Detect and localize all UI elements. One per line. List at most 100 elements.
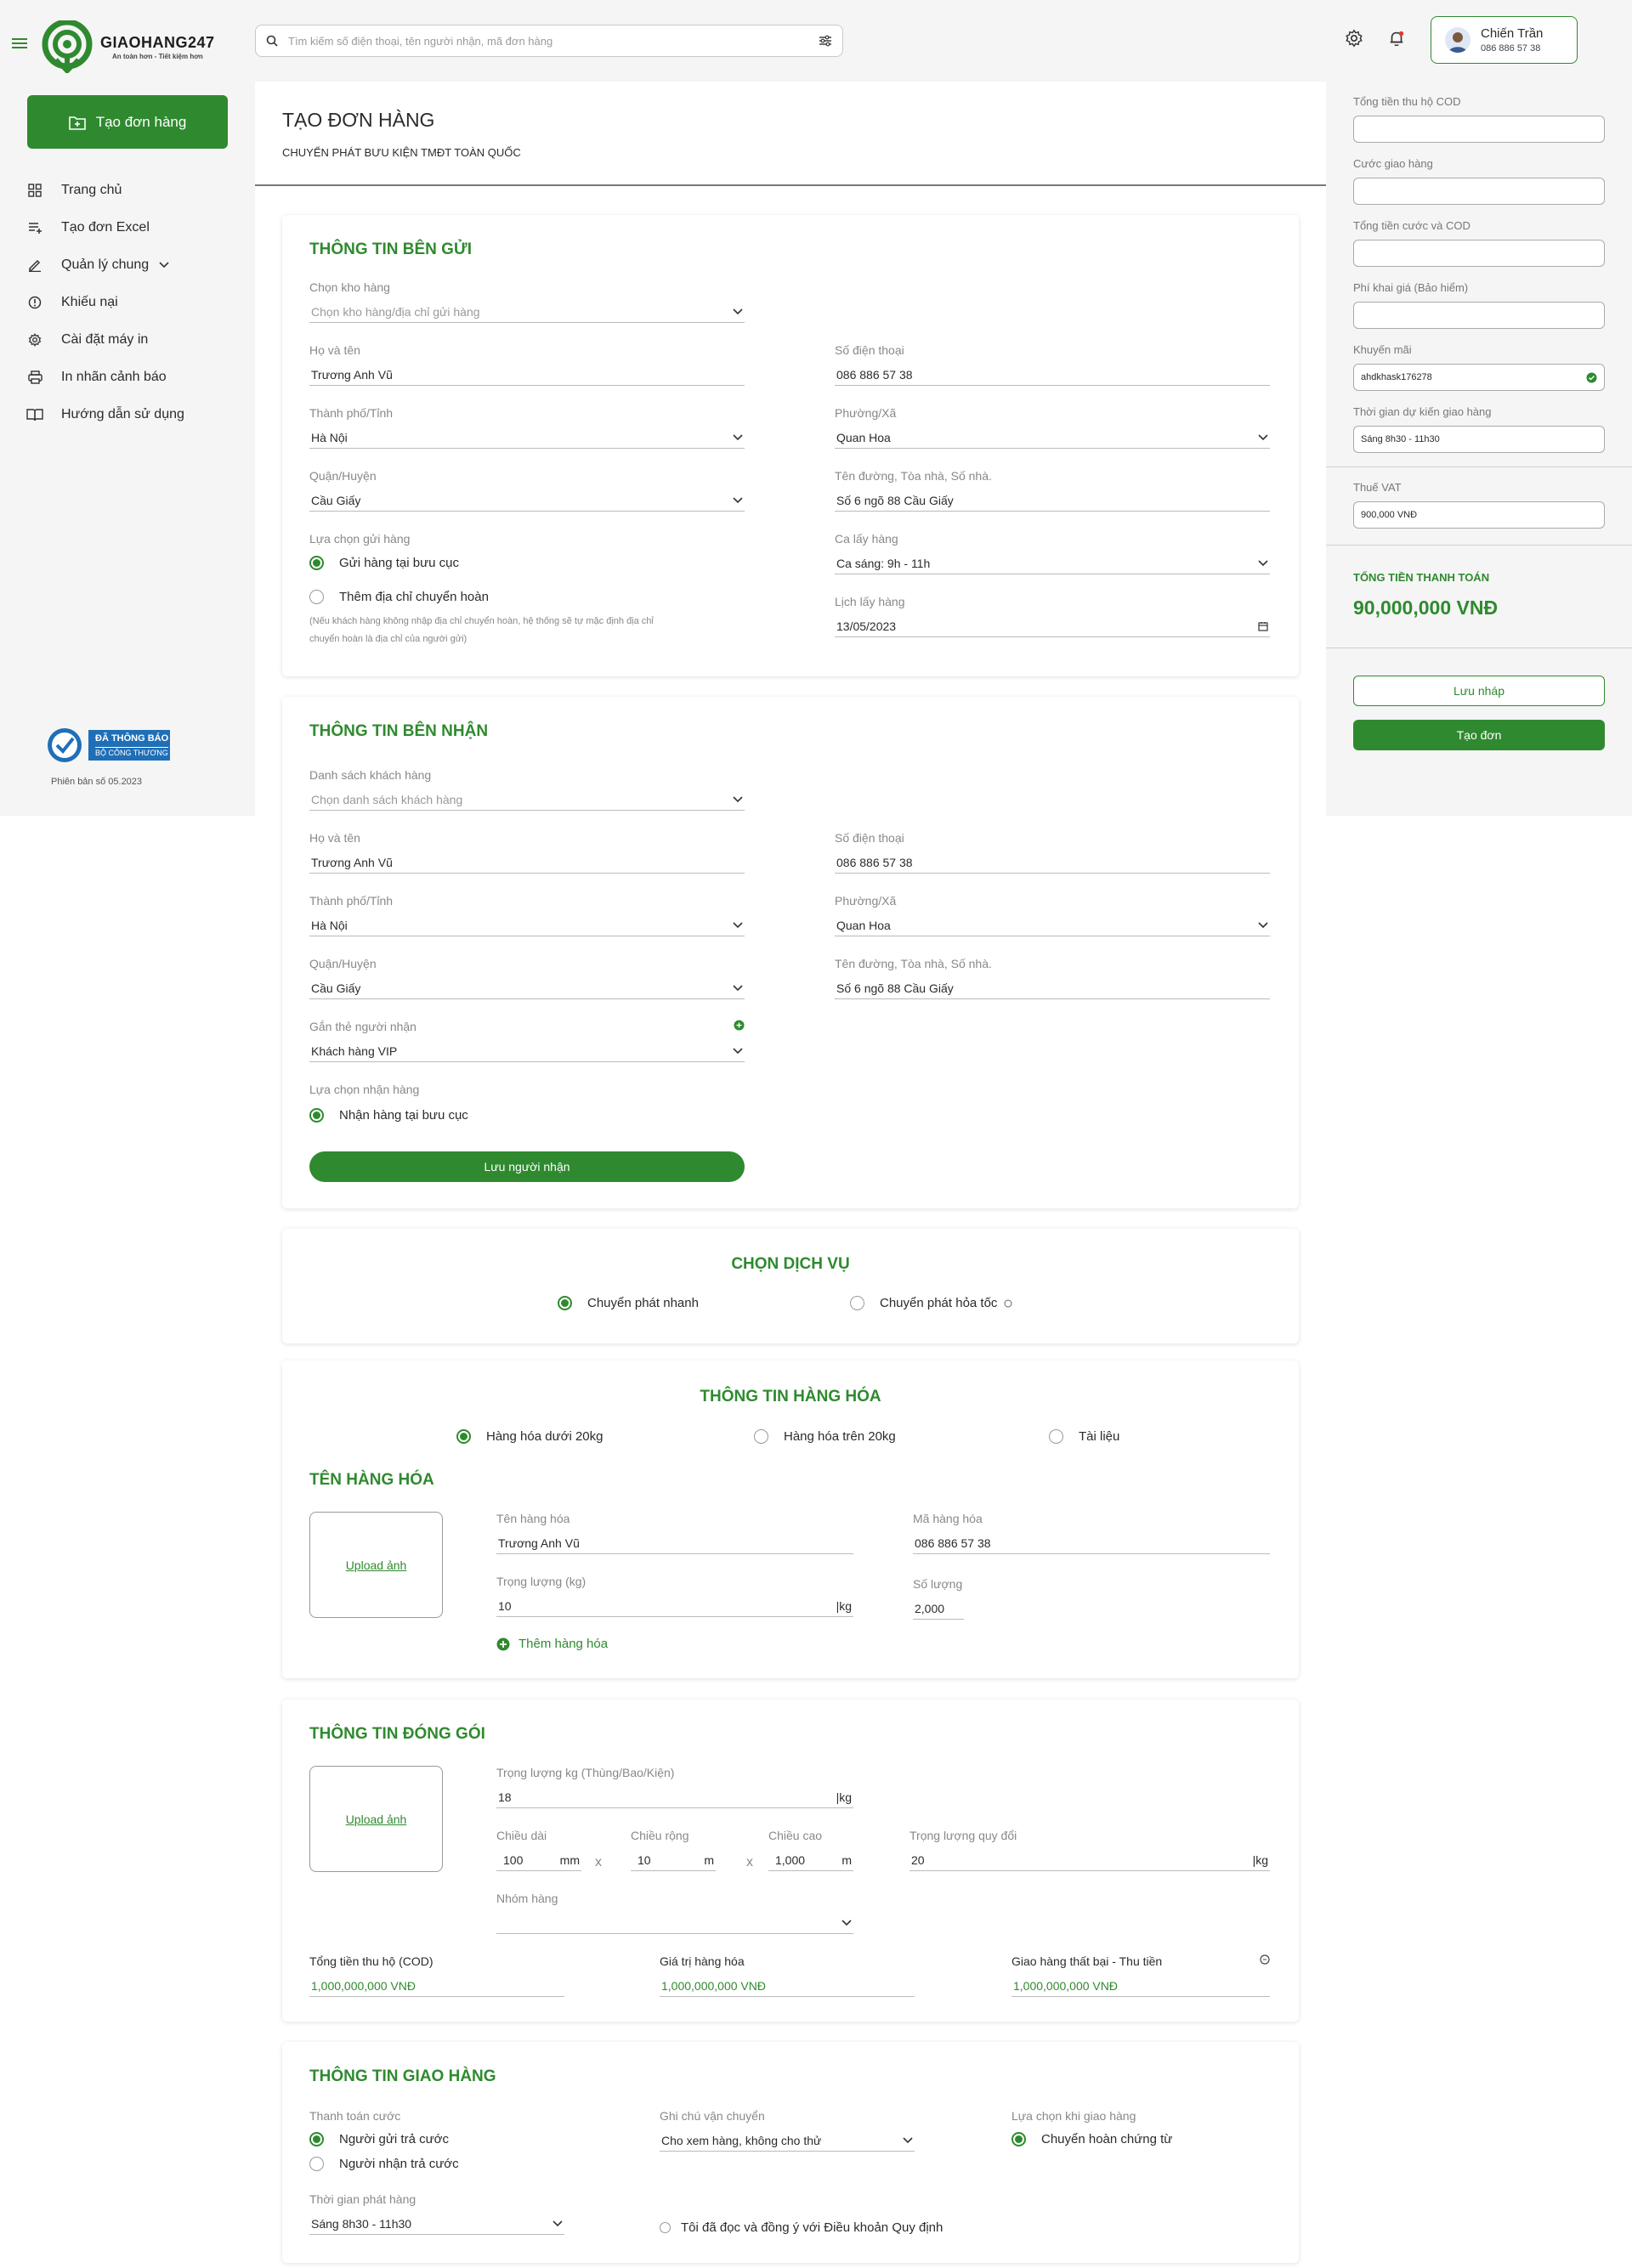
cod-total-label: Tổng tiền thu hộ COD	[1353, 95, 1461, 108]
vat-input[interactable]: 900,000 VNĐ	[1353, 501, 1605, 529]
goods-type-under-20kg[interactable]: Hàng hóa dưới 20kg	[456, 1429, 603, 1444]
warehouse-field[interactable]: Chọn kho hàng Chọn kho hàng/địa chỉ gửi …	[309, 280, 745, 323]
radio-unchecked	[850, 1296, 864, 1310]
receive-option-post-office[interactable]: Nhận hàng tại bưu cục	[309, 1108, 468, 1123]
logo-pin-icon	[42, 20, 93, 73]
list-add-icon	[26, 221, 44, 235]
delivery-title: THÔNG TIN GIAO HÀNG	[309, 2067, 496, 2085]
hamburger-menu-icon[interactable]	[12, 37, 27, 49]
sidebar-item-print-labels[interactable]: In nhãn cảnh báo	[26, 359, 184, 396]
promo-code: ahdkhask176278	[1361, 372, 1432, 382]
receiver-name-field[interactable]: Họ và tên Trương Anh Vũ	[309, 831, 745, 874]
sidebar-item-label: Khiếu nại	[61, 295, 118, 309]
eta-input[interactable]: Sáng 8h30 - 11h30	[1353, 426, 1605, 453]
add-tag-icon[interactable]	[734, 1020, 745, 1033]
info-tooltip-icon[interactable]	[1260, 1954, 1270, 1968]
send-option-post-office[interactable]: Gửi hàng tại bưu cục	[309, 556, 459, 570]
goods-subtitle: TÊN HÀNG HÓA	[309, 1471, 434, 1489]
fee-payer-receiver[interactable]: Người nhận trả cước	[309, 2157, 459, 2171]
info-tooltip-icon[interactable]	[1004, 1299, 1012, 1308]
delivery-time-select[interactable]: Thời gian phát hàng Sáng 8h30 - 11h30	[309, 2192, 564, 2235]
sidebar-item-excel[interactable]: Tạo đơn Excel	[26, 209, 184, 246]
cod-amount-field[interactable]: Tổng tiền thu hộ (COD) 1,000,000,000 VNĐ	[309, 1954, 564, 1997]
user-profile-button[interactable]: Chiến Trần 086 886 57 38	[1431, 16, 1578, 64]
service-card: CHỌN DỊCH VỤ Chuyển phát nhanh Chuyển ph…	[282, 1229, 1299, 1343]
gear-icon[interactable]	[1345, 29, 1363, 48]
user-name: Chiến Trần	[1481, 26, 1544, 41]
goods-weight-field[interactable]: Trọng lượng (kg) 10 |kg	[496, 1575, 853, 1617]
sidebar-item-management[interactable]: Quản lý chung	[26, 246, 184, 284]
sender-ward-select[interactable]: Phường/Xã Quan Hoa	[835, 406, 1270, 449]
service-urgent[interactable]: Chuyển phát hỏa tốc	[850, 1296, 1012, 1310]
badge-line-1: ĐÃ THÔNG BÁO	[95, 733, 169, 744]
pickup-shift-select[interactable]: Ca lấy hàng Ca sáng: 9h - 11h	[835, 532, 1270, 574]
customer-list-select[interactable]: Danh sách khách hàng Chọn danh sách khác…	[309, 768, 745, 811]
package-width-field[interactable]: Chiều rộng 10 m	[631, 1829, 716, 1871]
bell-notification-icon[interactable]	[1387, 29, 1406, 48]
sender-district-select[interactable]: Quận/Huyện Cầu Giấy	[309, 469, 745, 512]
goods-card: THÔNG TIN HÀNG HÓA Hàng hóa dưới 20kg Hà…	[282, 1360, 1299, 1678]
radio-label: Chuyển phát hỏa tốc	[880, 1296, 998, 1310]
goods-name-field[interactable]: Tên hàng hóa Trương Anh Vũ	[496, 1512, 853, 1554]
receiver-street-field[interactable]: Tên đường, Tòa nhà, Số nhà. Số 6 ngõ 88 …	[835, 957, 1270, 999]
package-length-field[interactable]: Chiều dài 100 mm	[496, 1829, 581, 1871]
save-receiver-button[interactable]: Lưu người nhận	[309, 1151, 745, 1182]
receiver-title: THÔNG TIN BÊN NHẬN	[309, 722, 489, 740]
cod-total-input[interactable]	[1353, 116, 1605, 143]
receiver-phone-field[interactable]: Số điện thoại 086 886 57 38	[835, 831, 1270, 874]
converted-weight-field[interactable]: Trọng lượng quy đổi 20 |kg	[910, 1829, 1270, 1871]
terms-agree-checkbox[interactable]: Tôi đã đọc và đồng ý với Điều khoản Quy …	[660, 2220, 943, 2235]
sender-name-field[interactable]: Họ và tên Trương Anh Vũ	[309, 343, 745, 386]
packing-upload-image-button[interactable]: Upload ảnh	[309, 1766, 443, 1872]
calendar-icon[interactable]	[1258, 621, 1268, 631]
failed-delivery-charge-field[interactable]: Giao hàng thất bại - Thu tiền 1,000,000,…	[1012, 1954, 1270, 1997]
radio-checked	[309, 2132, 324, 2146]
return-documents-option[interactable]: Chuyển hoàn chứng từ	[1012, 2132, 1172, 2146]
ministry-registered-badge[interactable]: ĐÃ THÔNG BÁO BỘ CÔNG THƯƠNG	[46, 726, 172, 765]
shipping-fee-input[interactable]	[1353, 178, 1605, 205]
pickup-date-field[interactable]: Lịch lấy hàng 13/05/2023	[835, 595, 1270, 637]
fee-cod-total-input[interactable]	[1353, 240, 1605, 267]
search-bar[interactable]	[255, 25, 843, 57]
goods-type-documents[interactable]: Tài liệu	[1049, 1429, 1119, 1444]
field-value: 1,000	[775, 1852, 806, 1867]
insurance-fee-input[interactable]	[1353, 302, 1605, 329]
radio-label: Tài liệu	[1079, 1429, 1120, 1444]
create-order-button[interactable]: Tạo đơn hàng	[27, 95, 228, 149]
goods-code-field[interactable]: Mã hàng hóa 086 886 57 38	[913, 1512, 1270, 1554]
package-weight-field[interactable]: Trọng lượng kg (Thùng/Bao/Kiện) 18 |kg	[496, 1766, 853, 1808]
sender-city-select[interactable]: Thành phố/Tỉnh Hà Nội	[309, 406, 745, 449]
promo-input[interactable]: ahdkhask176278	[1353, 364, 1605, 391]
save-draft-button[interactable]: Lưu nháp	[1353, 676, 1605, 706]
add-goods-button[interactable]: Thêm hàng hóa	[496, 1637, 608, 1651]
sender-street-field[interactable]: Tên đường, Tòa nhà, Số nhà. Số 6 ngõ 88 …	[835, 469, 1270, 512]
sidebar-item-complaints[interactable]: Khiếu nại	[26, 284, 184, 321]
sender-phone-field[interactable]: Số điện thoại 086 886 57 38	[835, 343, 1270, 386]
receiver-district-select[interactable]: Quận/Huyện Cầu Giấy	[309, 957, 745, 999]
fee-payer-sender[interactable]: Người gửi trả cước	[309, 2132, 449, 2146]
note-line: (Nếu khách hàng không nhập địa chỉ chuyể…	[309, 616, 654, 626]
field-value: Số 6 ngõ 88 Cầu Giấy	[836, 493, 954, 507]
sidebar-item-home[interactable]: Trang chủ	[26, 172, 184, 209]
receiver-ward-select[interactable]: Phường/Xã Quan Hoa	[835, 894, 1270, 936]
submit-order-button[interactable]: Tạo đơn	[1353, 720, 1605, 750]
brand-logo[interactable]: GIAOHANG247 An toàn hơn - Tiết kiệm hơn	[41, 20, 215, 73]
package-height-field[interactable]: Chiều cao 1,000 m	[768, 1829, 853, 1871]
receiver-card: THÔNG TIN BÊN NHẬN Danh sách khách hàng …	[282, 697, 1299, 1208]
goods-type-over-20kg[interactable]: Hàng hóa trên 20kg	[754, 1429, 896, 1444]
search-input[interactable]	[288, 34, 819, 48]
receiver-tag-select[interactable]: Gắn thẻ người nhận Khách hàng VIP	[309, 1020, 745, 1062]
receiver-city-select[interactable]: Thành phố/Tỉnh Hà Nội	[309, 894, 745, 936]
send-option-return-address[interactable]: Thêm địa chỉ chuyển hoàn	[309, 590, 489, 604]
field-value: Hà Nội	[311, 430, 348, 444]
goods-upload-image-button[interactable]: Upload ảnh	[309, 1512, 443, 1618]
service-express[interactable]: Chuyển phát nhanh	[558, 1296, 699, 1310]
goods-group-select[interactable]: Nhóm hàng	[496, 1892, 853, 1934]
filter-sliders-icon[interactable]	[819, 35, 832, 47]
goods-quantity-field[interactable]: Số lượng 2,000	[913, 1577, 964, 1620]
goods-value-field[interactable]: Giá trị hàng hóa 1,000,000,000 VNĐ	[660, 1954, 915, 1997]
sidebar-item-guide[interactable]: Hướng dẫn sử dụng	[26, 396, 184, 433]
shipping-note-select[interactable]: Ghi chú vận chuyển Cho xem hàng, không c…	[660, 2109, 915, 2152]
fee-cod-total-label: Tổng tiền cước và COD	[1353, 219, 1470, 232]
sidebar-item-printer-settings[interactable]: Cài đặt máy in	[26, 321, 184, 359]
